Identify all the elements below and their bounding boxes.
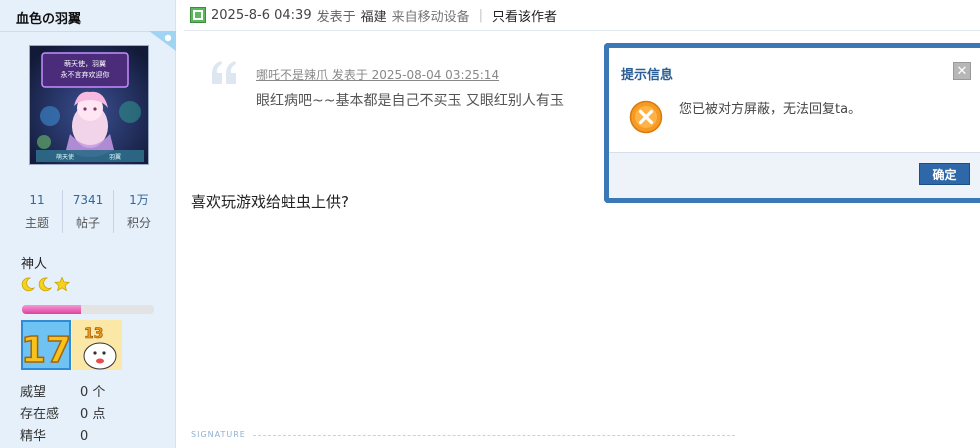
user-sidebar: 血色の羽翼 萌天使，羽翼 永不言弃欢迎你 萌天使 羽翼 11 主题 7341 帖…	[0, 0, 176, 448]
divider	[184, 30, 980, 31]
signature-label: SIGNATURE	[191, 430, 246, 439]
avatar-footer-right: 羽翼	[109, 154, 121, 161]
stat-posts[interactable]: 7341 帖子	[63, 190, 114, 233]
dialog-body: 您已被对方屏蔽，无法回复ta。	[609, 100, 980, 153]
stat-posts-label: 帖子	[75, 216, 100, 230]
quote-author-link[interactable]: 哪吒不是辣爪 发表于 2025-08-04 03:25:14	[256, 66, 499, 83]
meta-row: 存在感 0 点	[20, 404, 170, 426]
stat-credits[interactable]: 1万 积分	[114, 190, 164, 233]
post-header: 2025-8-6 04:39 发表于 福建 来自移动设备 | 只看该作者	[190, 4, 557, 26]
close-icon[interactable]: ✕	[953, 62, 971, 80]
medal-17-icon[interactable]: 17	[21, 320, 71, 370]
meta-key: 精华	[20, 429, 47, 444]
post-device: 来自移动设备	[391, 9, 470, 25]
stat-threads-label: 主题	[24, 216, 49, 230]
moon-icon	[21, 277, 36, 292]
stat-posts-value: 7341	[72, 193, 104, 207]
dialog-titlebar: 提示信息 ✕	[609, 48, 980, 101]
post-location: 福建	[360, 9, 387, 25]
meta-key: 存在感	[20, 407, 60, 422]
post-body: 喜欢玩游戏给蛀虫上供?	[191, 193, 349, 211]
avatar-text-line1: 萌天使，羽翼	[64, 59, 106, 68]
online-status-icon	[149, 31, 176, 51]
dialog-message: 您已被对方屏蔽，无法回复ta。	[679, 102, 862, 117]
medal-13-icon[interactable]: 13	[72, 320, 122, 370]
meta-value: 0 点	[80, 407, 106, 422]
posted-in-label: 发表于	[316, 9, 356, 25]
meta-row: 精华 0	[20, 426, 170, 448]
stat-credits-value: 1万	[129, 193, 149, 207]
medal-17-label: 17	[21, 330, 71, 370]
stat-threads-value: 11	[29, 193, 45, 207]
user-rank: 神人	[21, 257, 48, 272]
post-date: 2025-8-6 04:39	[211, 7, 312, 23]
rank-progress-bar	[22, 305, 154, 314]
moon-icon	[38, 277, 53, 292]
meta-key: 威望	[20, 385, 47, 400]
rank-progress-fill	[22, 305, 82, 314]
medal-13-label: 13	[84, 326, 103, 342]
user-stats: 11 主题 7341 帖子 1万 积分	[12, 190, 164, 233]
only-author-link[interactable]: 只看该作者	[492, 6, 557, 25]
alert-dialog: 提示信息 ✕ 您已被对方屏蔽，无法回复ta。 确定	[604, 43, 980, 203]
dialog-footer: 确定	[609, 152, 980, 198]
quote-body: 眼红病吧~~基本都是自己不买玉 又眼红别人有玉	[256, 93, 564, 109]
header-separator: |	[478, 7, 484, 23]
user-meta: 威望 0 个 存在感 0 点 精华 0	[20, 382, 170, 448]
rank-stars	[20, 276, 70, 294]
username-link[interactable]: 血色の羽翼	[16, 8, 81, 27]
dialog-title: 提示信息	[621, 68, 674, 83]
error-icon	[629, 100, 663, 134]
star-icon	[54, 276, 70, 292]
meta-row: 威望 0 个	[20, 382, 170, 404]
online-user-icon	[190, 7, 206, 23]
avatar[interactable]: 萌天使，羽翼 永不言弃欢迎你 萌天使 羽翼	[29, 45, 149, 165]
ok-button[interactable]: 确定	[919, 163, 970, 185]
avatar-text-line2: 永不言弃欢迎你	[61, 70, 110, 79]
avatar-footer-left: 萌天使	[56, 153, 74, 161]
meta-value: 0 个	[80, 385, 106, 400]
stat-credits-label: 积分	[126, 216, 151, 230]
stat-threads[interactable]: 11 主题	[12, 190, 63, 233]
signature-divider	[253, 435, 735, 436]
quote-icon	[212, 61, 236, 84]
meta-value: 0	[80, 429, 89, 444]
